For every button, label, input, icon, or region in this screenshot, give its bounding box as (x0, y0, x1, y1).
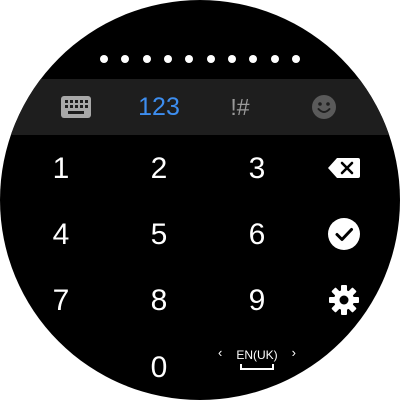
settings-button[interactable] (320, 278, 368, 322)
pin-dot (227, 55, 236, 63)
done-button[interactable] (320, 212, 368, 256)
pin-dot (121, 55, 130, 63)
digit-key-0[interactable]: 0 (129, 344, 189, 392)
digit-key-2[interactable]: 2 (129, 145, 189, 193)
pin-dot (185, 55, 194, 63)
numbers-mode-label: 123 (138, 92, 180, 121)
language-label: EN(UK) (236, 348, 278, 362)
digit-key-1[interactable]: 1 (31, 145, 91, 193)
digit-key-8[interactable]: 8 (129, 277, 189, 325)
digit-key-7[interactable]: 7 (31, 277, 91, 325)
backspace-icon (328, 158, 360, 178)
emoji-icon (312, 95, 336, 119)
emoji-mode-button[interactable] (304, 79, 344, 135)
digit-key-3[interactable]: 3 (227, 145, 287, 193)
pin-entry-dots (100, 52, 300, 66)
pin-dot (249, 55, 258, 63)
pin-dot (291, 55, 300, 63)
pin-dot (163, 55, 172, 63)
keyboard-icon (61, 96, 91, 118)
space-bar-icon (240, 364, 274, 370)
digit-key-9[interactable]: 9 (227, 277, 287, 325)
watch-screen: 123 !# 1 2 3 4 5 6 7 8 9 0 ‹ EN(UK) › (0, 0, 400, 400)
pin-dot (142, 55, 151, 63)
pin-dot (206, 55, 215, 63)
language-switch-key[interactable]: ‹ EN(UK) › (212, 344, 302, 380)
backspace-button[interactable] (320, 146, 368, 190)
keyboard-mode-bar: 123 !# (0, 79, 400, 135)
digit-key-6[interactable]: 6 (227, 211, 287, 259)
pin-dot (100, 55, 108, 63)
symbols-mode-tab[interactable]: !# (218, 79, 262, 135)
numbers-mode-tab[interactable]: 123 (128, 79, 190, 135)
pin-dot (270, 55, 279, 63)
check-circle-icon (328, 218, 360, 250)
keyboard-mode-button[interactable] (54, 79, 98, 135)
digit-key-4[interactable]: 4 (31, 211, 91, 259)
chevron-right-icon: › (291, 345, 296, 360)
digit-key-5[interactable]: 5 (129, 211, 189, 259)
symbols-mode-label: !# (230, 93, 250, 120)
gear-icon (329, 285, 359, 315)
